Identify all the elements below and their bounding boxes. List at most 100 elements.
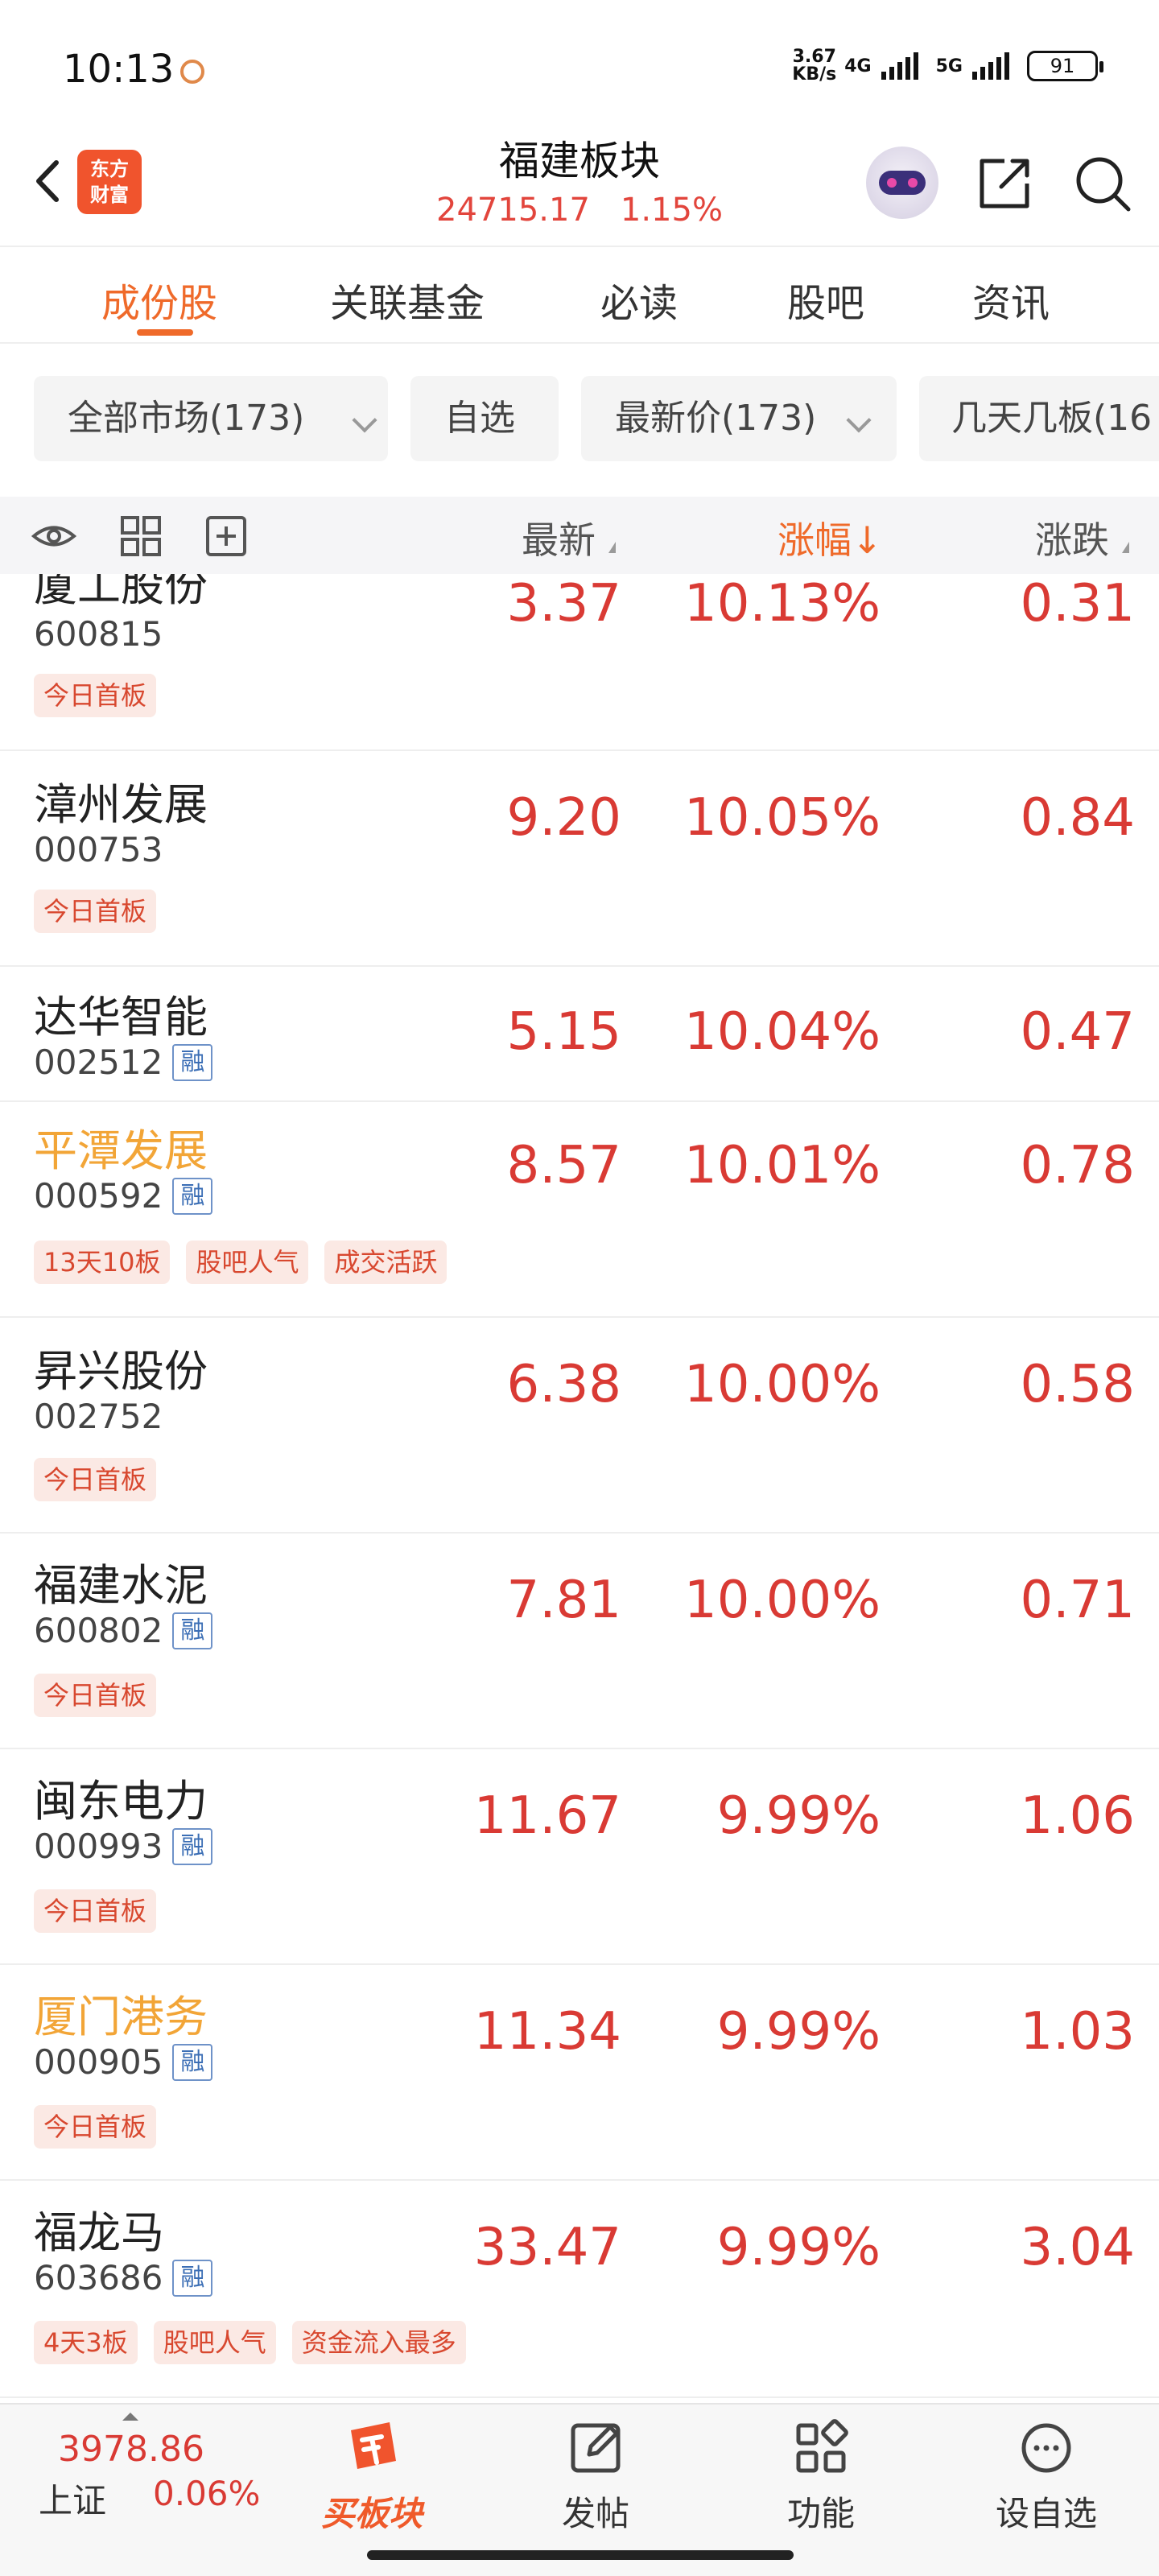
robot-avatar-icon[interactable] xyxy=(866,147,938,219)
stock-code: 000993 融 xyxy=(34,1827,213,1866)
expand-up-icon[interactable] xyxy=(122,2413,138,2421)
column-latest[interactable]: 最新 xyxy=(522,511,596,564)
board-index-change: 1.15% xyxy=(620,192,723,229)
stock-code: 600815 xyxy=(34,614,163,654)
column-change-pct[interactable]: 涨幅↓ xyxy=(777,511,883,564)
stock-code-text: 000753 xyxy=(34,830,163,869)
stock-change-pct: 10.04% xyxy=(683,1002,881,1062)
nav-post[interactable]: 发帖 xyxy=(531,2416,660,2536)
sort-descending-icon: ↓ xyxy=(852,518,883,562)
stock-change: 0.84 xyxy=(1020,788,1136,848)
latest-price-dropdown[interactable]: 最新价(173) xyxy=(581,376,897,461)
stock-change: 1.03 xyxy=(1020,2002,1136,2062)
table-row[interactable]: 达华智能 002512 融 5.15 10.04% 0.47 xyxy=(0,967,1159,1102)
sh-index-pct[interactable]: 0.06% xyxy=(153,2474,260,2513)
stock-tag: 今日首板 xyxy=(34,890,157,933)
stock-name: 昇兴股份 xyxy=(34,1346,208,1397)
stock-change: 3.04 xyxy=(1020,2218,1136,2277)
stock-tag: 今日首板 xyxy=(34,674,157,717)
limit-up-filter[interactable]: 几天几板(16 xyxy=(919,376,1159,461)
market-filter-dropdown[interactable]: 全部市场(173) xyxy=(34,376,388,461)
home-indicator[interactable] xyxy=(367,2550,794,2560)
nav-add-watchlist[interactable]: 设自选 xyxy=(982,2416,1111,2536)
edit-post-icon xyxy=(571,2423,621,2473)
share-icon[interactable] xyxy=(972,151,1037,216)
table-row[interactable]: 厦工股份 600815 今日首板 3.37 10.13% 0.31 xyxy=(0,574,1159,751)
stock-tag: 4天3板 xyxy=(34,2321,138,2364)
table-row[interactable]: 闽东电力 000993 融 今日首板 11.67 9.99% 1.06 xyxy=(0,1749,1159,1965)
chevron-down-icon xyxy=(846,407,872,433)
stock-change: 1.06 xyxy=(1020,1786,1136,1846)
margin-badge: 融 xyxy=(172,2043,213,2081)
tab-must-read[interactable]: 必读 xyxy=(600,271,678,328)
table-row[interactable]: 福建水泥 600802 融 今日首板 7.81 10.00% 0.71 xyxy=(0,1534,1159,1749)
stock-code: 000753 xyxy=(34,830,163,869)
sh-index-name[interactable]: 上证 xyxy=(39,2474,106,2523)
stock-code: 600802 融 xyxy=(34,1611,213,1650)
stock-change: 0.47 xyxy=(1020,1002,1136,1062)
nav-buy-board[interactable]: 买板块 xyxy=(307,2416,436,2536)
stock-change: 0.31 xyxy=(1020,574,1136,634)
tab-forum[interactable]: 股吧 xyxy=(787,271,864,328)
net-type-4g: 4G xyxy=(844,56,872,76)
stock-list: 厦工股份 600815 今日首板 3.37 10.13% 0.31 漳州发展 0… xyxy=(0,574,1159,2403)
tab-constituents[interactable]: 成份股 xyxy=(101,271,217,328)
table-row[interactable]: 昇兴股份 002752 今日首板 6.38 10.00% 0.58 xyxy=(0,1318,1159,1534)
stock-code-text: 603686 xyxy=(34,2258,163,2297)
search-icon[interactable] xyxy=(1070,151,1135,216)
stock-tags: 今日首板 xyxy=(34,2105,157,2149)
stock-price: 5.15 xyxy=(506,1002,622,1062)
stock-name: 漳州发展 xyxy=(34,779,208,830)
watchlist-filter[interactable]: 自选 xyxy=(410,376,559,461)
stock-price: 33.47 xyxy=(473,2218,621,2277)
stock-code: 000905 融 xyxy=(34,2042,213,2082)
stock-tag: 今日首板 xyxy=(34,1889,157,1933)
market-filter-label: 全部市场(173) xyxy=(68,398,305,439)
buy-board-icon xyxy=(351,2422,396,2469)
tab-news[interactable]: 资讯 xyxy=(972,271,1050,328)
chevron-down-icon xyxy=(352,407,377,433)
nav-post-label: 发帖 xyxy=(561,2494,629,2533)
sh-index-value[interactable]: 3978.86 xyxy=(58,2429,204,2470)
grid-icon[interactable] xyxy=(118,513,164,559)
stock-change: 0.58 xyxy=(1020,1355,1136,1414)
stock-change-pct: 10.01% xyxy=(683,1136,881,1195)
stock-tags: 4天3板 股吧人气 资金流入最多 xyxy=(34,2321,466,2364)
column-change[interactable]: 涨跌 xyxy=(1035,511,1109,564)
status-time: 10:13 xyxy=(63,47,175,92)
stock-name: 平潭发展 xyxy=(34,1125,208,1176)
stock-code-text: 000993 xyxy=(34,1827,163,1866)
eye-icon[interactable] xyxy=(31,513,77,559)
stock-tags: 今日首板 xyxy=(34,674,157,717)
table-row[interactable]: 漳州发展 000753 今日首板 9.20 10.05% 0.84 xyxy=(0,751,1159,967)
stock-change-pct: 10.05% xyxy=(683,788,881,848)
page-header: 东方 财富 福建板块 24715.17 1.15% xyxy=(0,129,1159,246)
tab-related-funds[interactable]: 关联基金 xyxy=(330,271,485,328)
stock-name: 达华智能 xyxy=(34,992,208,1042)
stock-change-pct: 9.99% xyxy=(716,2002,881,2062)
status-indicators: 3.67 KB/s 4G 5G 91 xyxy=(792,47,1103,84)
stock-code-text: 002752 xyxy=(34,1397,163,1436)
stock-code: 603686 融 xyxy=(34,2258,213,2297)
table-row[interactable]: 厦门港务 000905 融 今日首板 11.34 9.99% 1.03 xyxy=(0,1965,1159,2181)
stock-price: 11.67 xyxy=(473,1786,621,1846)
signal-bars-icon xyxy=(881,52,918,80)
stock-tag: 成交活跃 xyxy=(324,1241,448,1284)
stock-tag: 今日首板 xyxy=(34,1458,157,1501)
signal-bars-icon xyxy=(972,52,1009,80)
sort-indicator-icon xyxy=(608,542,616,553)
stock-tags: 13天10板 股吧人气 成交活跃 xyxy=(34,1241,448,1284)
margin-badge: 融 xyxy=(172,1043,213,1081)
tab-bar: 成份股 关联基金 必读 股吧 资讯 xyxy=(0,246,1159,344)
stock-change-pct: 9.99% xyxy=(716,2218,881,2277)
stock-change: 0.78 xyxy=(1020,1136,1136,1195)
add-box-icon[interactable] xyxy=(203,513,250,559)
stock-tags: 今日首板 xyxy=(34,1674,157,1717)
table-row[interactable]: 平潭发展 000592 融 13天10板 股吧人气 成交活跃 8.57 10.01… xyxy=(0,1102,1159,1318)
nav-functions[interactable]: 功能 xyxy=(757,2416,885,2536)
stock-price: 6.38 xyxy=(506,1355,622,1414)
column-change-pct-label: 涨幅 xyxy=(777,518,852,562)
stock-price: 11.34 xyxy=(473,2002,621,2062)
table-row[interactable]: 福龙马 603686 融 4天3板 股吧人气 资金流入最多 33.47 9.99%… xyxy=(0,2181,1159,2398)
net-speed-value: 3.67 xyxy=(792,47,836,67)
